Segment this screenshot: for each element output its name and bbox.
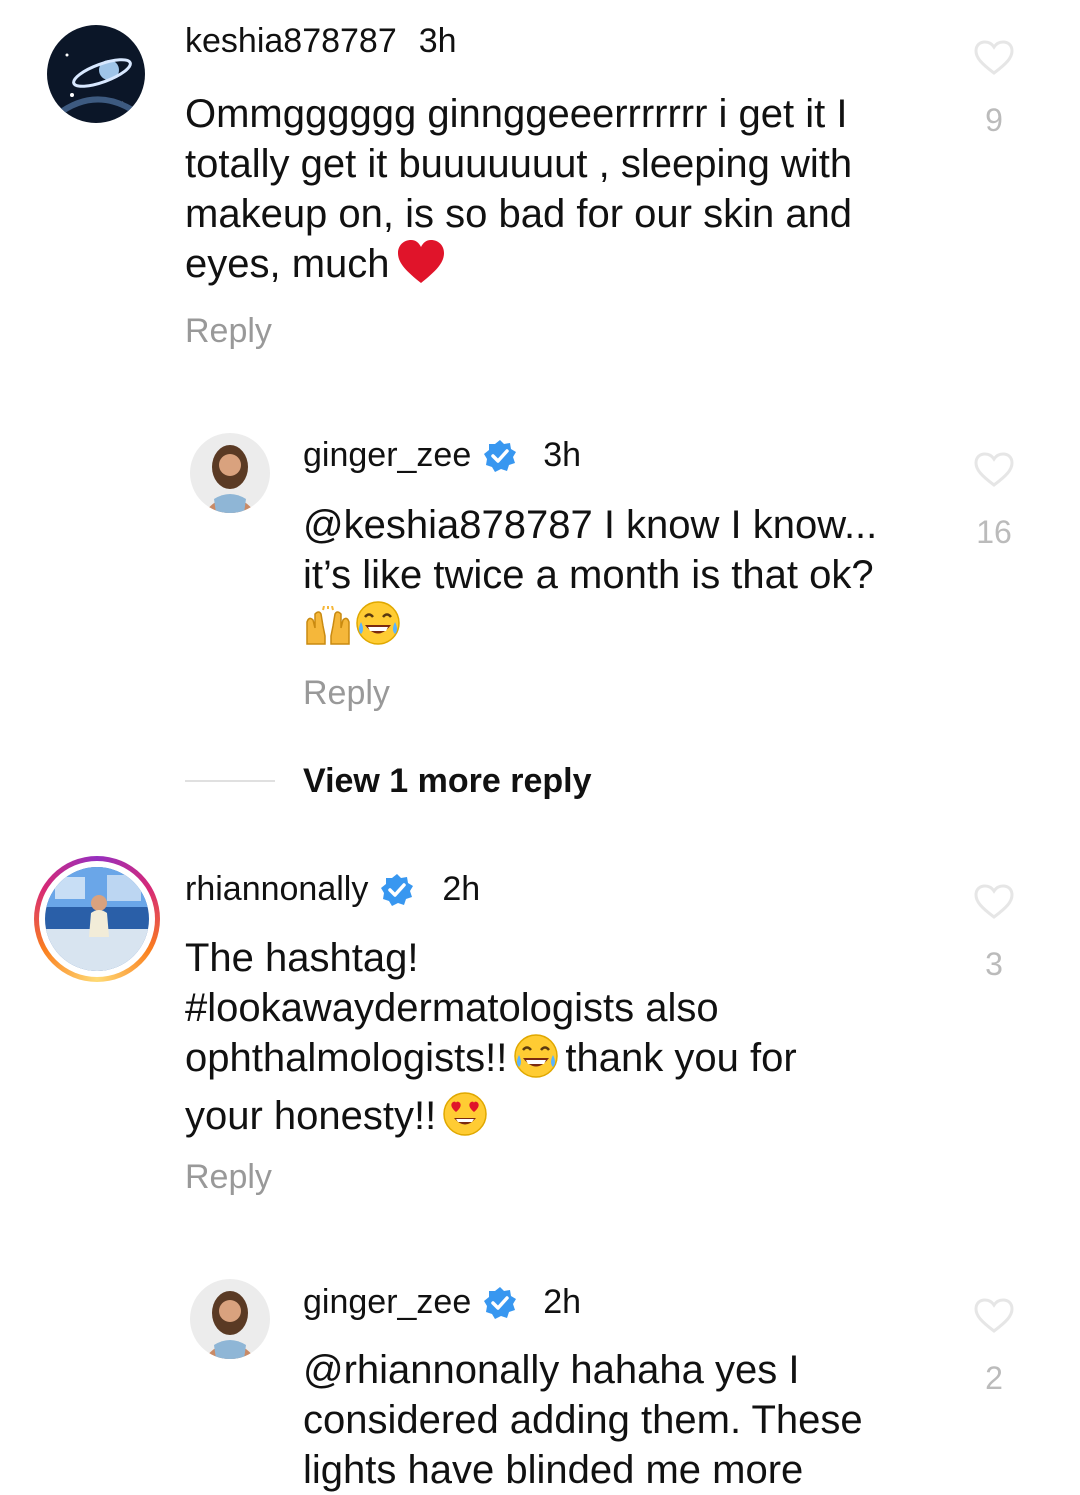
like-count: 3 (985, 946, 1003, 982)
comment-text: Ommgggggg ginnggeeerrrrrrr i get it I to… (185, 89, 852, 297)
verified-badge-icon (483, 1286, 517, 1320)
like-button[interactable]: 3 (964, 884, 1024, 983)
username[interactable]: ginger_zee (303, 436, 471, 475)
reply-button[interactable]: Reply (185, 312, 272, 351)
like-count: 2 (985, 1360, 1003, 1396)
divider (185, 780, 275, 782)
username[interactable]: ginger_zee (303, 1283, 471, 1322)
verified-badge-icon (380, 873, 414, 907)
verified-badge-icon (483, 439, 517, 473)
like-button[interactable]: 16 (964, 452, 1024, 551)
avatar[interactable] (190, 1279, 270, 1359)
raising-hands-icon (303, 605, 353, 658)
red-heart-icon (396, 239, 446, 297)
timestamp: 3h (418, 22, 457, 60)
tears-of-joy-icon (355, 600, 401, 658)
avatar-story-ring[interactable] (34, 856, 160, 982)
comment-text: @rhiannonally hahaha yes I considered ad… (303, 1348, 863, 1492)
heart-icon (974, 1298, 1014, 1333)
heart-eyes-icon (442, 1091, 488, 1149)
like-count: 16 (976, 514, 1012, 550)
username[interactable]: rhiannonally (185, 870, 368, 909)
reply-button[interactable]: Reply (185, 1158, 272, 1197)
heart-icon (974, 884, 1014, 919)
timestamp: 3h (543, 436, 582, 474)
tears-of-joy-icon (513, 1033, 559, 1091)
heart-icon (974, 452, 1014, 487)
like-button[interactable]: 9 (964, 40, 1024, 139)
view-more-replies-button[interactable]: View 1 more reply (303, 762, 592, 801)
username[interactable]: keshia878787 (185, 22, 397, 61)
heart-icon (974, 40, 1014, 75)
like-button[interactable]: 2 (964, 1298, 1024, 1397)
avatar[interactable] (190, 433, 270, 513)
comment-text: @keshia878787 I know I know... it’s like… (303, 500, 877, 656)
avatar[interactable] (47, 25, 145, 123)
like-count: 9 (985, 102, 1003, 138)
comment-text: The hashtag! #lookawaydermatologists als… (185, 933, 797, 1149)
timestamp: 2h (543, 1283, 582, 1321)
reply-button[interactable]: Reply (303, 674, 390, 713)
timestamp: 2h (442, 870, 481, 908)
